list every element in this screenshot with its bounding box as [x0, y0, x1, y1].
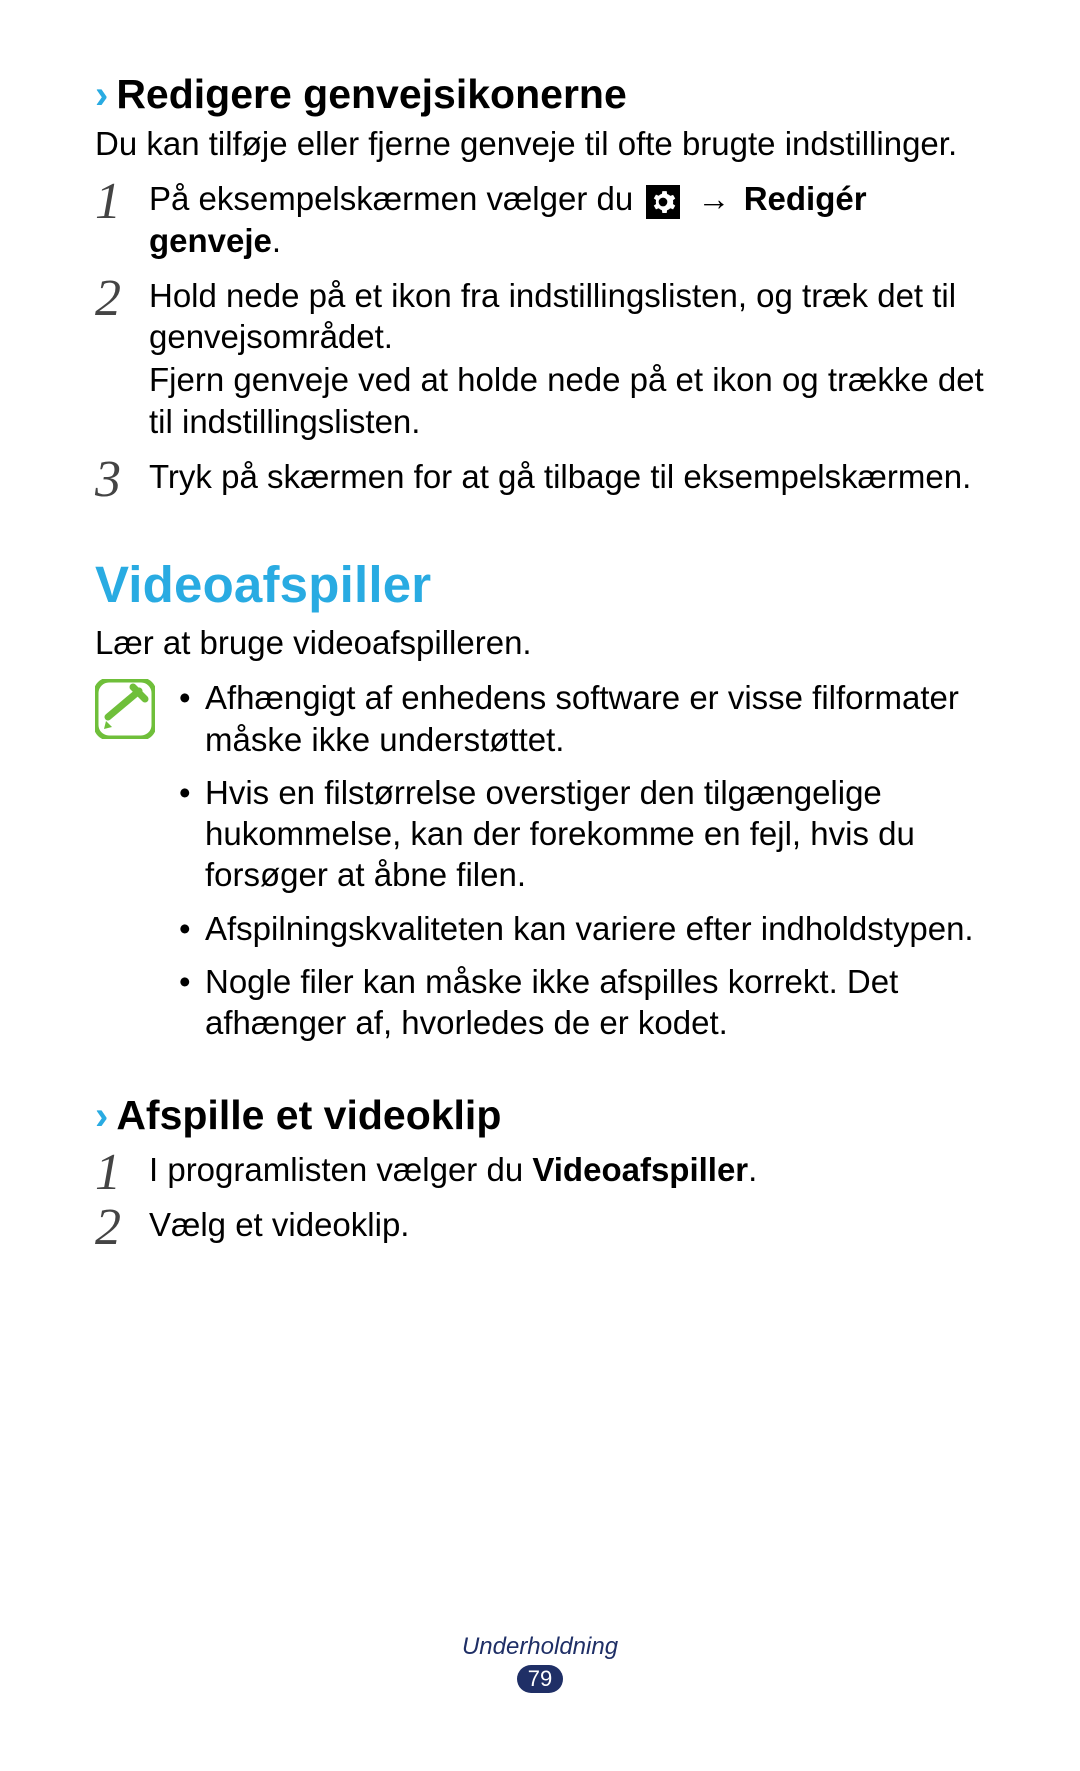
- step-2: 2 Hold nede på et ikon fra indstillingsl…: [95, 273, 985, 444]
- step-1-pre: På eksempelskærmen vælger du: [149, 180, 642, 217]
- subheading-afspille: › Afspille et videoklip: [95, 1091, 985, 1140]
- step-number: 1: [95, 1151, 127, 1195]
- note-block: Afhængigt af enhedens software er visse …: [95, 677, 985, 1055]
- step-1-text: På eksempelskærmen vælger du → Redigér g…: [149, 178, 985, 261]
- step-1b-bold: Videoafspiller: [532, 1151, 748, 1188]
- note-item: Afspilningskvaliteten kan variere efter …: [179, 908, 985, 949]
- gear-icon: [646, 185, 680, 219]
- note-icon: [95, 679, 155, 739]
- page-footer: Underholdning 79: [0, 1633, 1080, 1693]
- arrow-icon: →: [694, 180, 744, 217]
- step-3: 3 Tryk på skærmen for at gå tilbage til …: [95, 454, 985, 499]
- step-2b: 2 Vælg et videoklip.: [95, 1202, 985, 1247]
- note-item: Hvis en filstørrelse overstiger den tilg…: [179, 772, 985, 896]
- step-number: 2: [95, 1206, 127, 1250]
- page-number-badge: 79: [517, 1665, 563, 1693]
- section2-intro: Lær at bruge videoafspilleren.: [95, 622, 985, 663]
- subheading-redigere: › Redigere genvejsikonerne: [95, 70, 985, 119]
- note-item: Afhængigt af enhedens software er visse …: [179, 677, 985, 760]
- step-3-text: Tryk på skærmen for at gå tilbage til ek…: [149, 456, 985, 497]
- step-1: 1 På eksempelskærmen vælger du → Redigér…: [95, 176, 985, 263]
- step-1b: 1 I programlisten vælger du Videoafspill…: [95, 1147, 985, 1192]
- step-2b-text: Fjern genveje ved at holde nede på et ik…: [149, 359, 985, 442]
- step-2b-text: Vælg et videoklip.: [149, 1204, 985, 1245]
- step-number: 1: [95, 180, 127, 224]
- section1-intro: Du kan tilføje eller fjerne genveje til …: [95, 123, 985, 164]
- note-item: Nogle filer kan måske ikke afspilles kor…: [179, 961, 985, 1044]
- footer-category: Underholdning: [0, 1633, 1080, 1661]
- section1-steps: 1 På eksempelskærmen vælger du → Redigér…: [95, 176, 985, 499]
- step-number: 2: [95, 277, 127, 321]
- step-2a-text: Hold nede på et ikon fra indstillingslis…: [149, 275, 985, 358]
- note-list: Afhængigt af enhedens software er visse …: [179, 677, 985, 1055]
- step-1b-post: .: [748, 1151, 757, 1188]
- step-number: 3: [95, 458, 127, 502]
- page: › Redigere genvejsikonerne Du kan tilføj…: [0, 0, 1080, 1771]
- step-1-post: .: [272, 222, 281, 259]
- subheading-text: Afspille et videoklip: [116, 1091, 501, 1140]
- step-1b-text: I programlisten vælger du Videoafspiller…: [149, 1149, 985, 1190]
- chevron-icon: ›: [95, 71, 112, 119]
- subheading-text: Redigere genvejsikonerne: [116, 70, 626, 119]
- section2-steps: 1 I programlisten vælger du Videoafspill…: [95, 1147, 985, 1248]
- step-1b-pre: I programlisten vælger du: [149, 1151, 532, 1188]
- chevron-icon: ›: [95, 1092, 112, 1140]
- section-title-videoafspiller: Videoafspiller: [95, 555, 985, 614]
